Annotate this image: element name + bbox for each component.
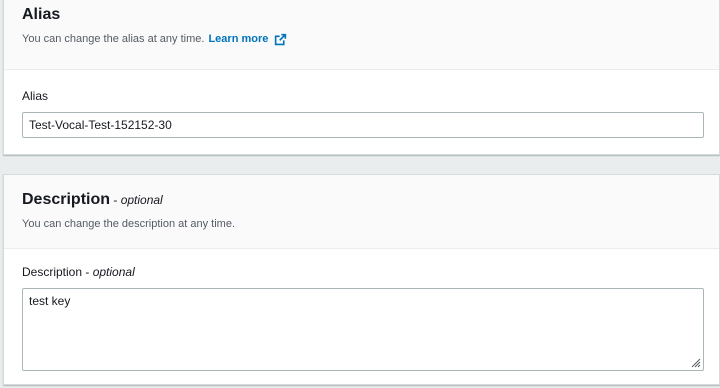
description-field-optional-tag: - optional: [82, 265, 135, 279]
description-optional-tag: - optional: [110, 193, 163, 207]
alias-panel: Alias You can change the alias at any ti…: [3, 0, 720, 155]
optional-dash: -: [110, 193, 121, 207]
description-field-label-text: Description: [22, 265, 83, 279]
description-panel: Description - optional You can change th…: [3, 174, 720, 385]
description-field-label: Description - optional: [22, 264, 701, 280]
description-title: Description - optional: [22, 189, 701, 211]
alias-description: You can change the alias at any time. Le…: [22, 31, 701, 47]
description-panel-body: Description - optional test key: [4, 264, 719, 371]
alias-panel-header: Alias You can change the alias at any ti…: [4, 0, 719, 70]
learn-more-label: Learn more: [208, 33, 269, 45]
alias-field-label: Alias: [22, 89, 49, 103]
alias-description-text: You can change the alias at any time.: [22, 33, 205, 45]
learn-more-link[interactable]: Learn more: [208, 31, 287, 47]
field-optional-dash: -: [82, 265, 93, 279]
description-help-text: You can change the description at any ti…: [22, 218, 236, 230]
description-textarea[interactable]: test key: [22, 288, 704, 371]
description-panel-header: Description - optional You can change th…: [4, 175, 719, 249]
alias-panel-body: Alias Test-Vocal-Test-152152-30: [4, 88, 719, 138]
description-textarea-value: test key: [29, 294, 71, 308]
alias-title: Alias: [22, 6, 61, 23]
alias-input[interactable]: Test-Vocal-Test-152152-30: [22, 112, 704, 138]
field-optional-label: optional: [92, 265, 135, 279]
external-link-icon: [274, 33, 287, 46]
optional-label: optional: [120, 193, 163, 207]
resize-handle-icon[interactable]: [689, 356, 701, 368]
description-title-text: Description: [22, 191, 111, 208]
